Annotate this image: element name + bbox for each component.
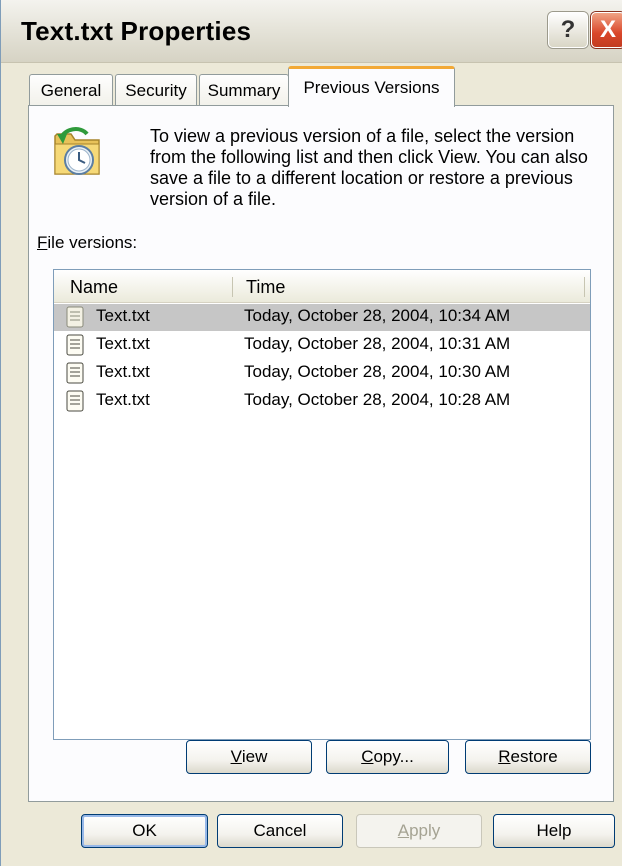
text-file-icon <box>66 362 84 384</box>
file-name: Text.txt <box>96 334 150 353</box>
cancel-button[interactable]: Cancel <box>217 814 343 848</box>
tab-summary[interactable]: Summary <box>199 74 289 106</box>
file-versions-mnemonic: F <box>37 233 48 252</box>
text-file-icon <box>66 306 84 328</box>
view-button[interactable]: View <box>186 740 312 774</box>
tab-previous-versions[interactable]: Previous Versions <box>288 66 455 107</box>
file-name: Text.txt <box>96 306 150 325</box>
ok-button[interactable]: OK <box>81 814 208 848</box>
file-versions-list[interactable]: Name Time Text.txt Today, October 28, 20… <box>53 269 591 740</box>
title-help-button[interactable]: ? <box>548 12 588 48</box>
apply-mnemonic: A <box>397 821 410 840</box>
window-title: Text.txt Properties <box>21 16 252 46</box>
title-bar[interactable]: Text.txt Properties ? X <box>1 0 622 63</box>
tab-label: General <box>40 80 102 100</box>
column-header-name[interactable]: Name <box>70 270 118 302</box>
file-time: Today, October 28, 2004, 10:30 AM <box>244 362 511 381</box>
file-name: Text.txt <box>96 362 150 381</box>
properties-dialog: Text.txt Properties ? X General Security… <box>0 0 622 866</box>
copy-label: opy... <box>373 747 414 766</box>
restore-button[interactable]: Restore <box>465 740 591 774</box>
apply-button[interactable]: Apply <box>356 814 482 848</box>
table-row[interactable]: Text.txt Today, October 28, 2004, 10:31 … <box>54 331 590 359</box>
copy-mnemonic: C <box>361 747 374 766</box>
column-separator[interactable] <box>584 277 585 297</box>
tab-general[interactable]: General <box>29 74 113 106</box>
file-versions-label: File versions: <box>37 233 137 253</box>
text-file-icon <box>66 334 84 356</box>
tab-label: Security <box>125 80 187 100</box>
text-file-icon <box>66 390 84 412</box>
restore-mnemonic: R <box>498 747 511 766</box>
panel-description: To view a previous version of a file, se… <box>150 126 588 209</box>
close-icon: X <box>599 16 616 43</box>
column-separator[interactable] <box>232 277 233 297</box>
file-time: Today, October 28, 2004, 10:28 AM <box>244 390 511 409</box>
table-row[interactable]: Text.txt Today, October 28, 2004, 10:34 … <box>54 303 590 331</box>
list-header: Name Time <box>54 270 590 303</box>
previous-versions-panel: To view a previous version of a file, se… <box>28 105 614 802</box>
apply-label: pply <box>409 821 441 840</box>
help-icon: ? <box>560 16 576 43</box>
previous-versions-folder-icon <box>54 127 100 175</box>
title-close-button[interactable]: X <box>591 12 622 48</box>
help-button[interactable]: Help <box>493 814 615 848</box>
copy-button[interactable]: Copy... <box>326 740 449 774</box>
view-mnemonic: V <box>230 747 242 766</box>
file-time: Today, October 28, 2004, 10:31 AM <box>244 334 511 353</box>
file-name: Text.txt <box>96 390 150 409</box>
column-header-time[interactable]: Time <box>246 270 285 302</box>
tab-security[interactable]: Security <box>115 74 197 106</box>
tab-label: Previous Versions <box>303 78 440 97</box>
restore-label: estore <box>510 747 558 766</box>
tab-label: Summary <box>207 80 281 100</box>
file-time: Today, October 28, 2004, 10:34 AM <box>244 306 511 325</box>
table-row[interactable]: Text.txt Today, October 28, 2004, 10:28 … <box>54 387 590 415</box>
view-label: iew <box>241 747 268 766</box>
file-versions-label-text: ile versions: <box>47 233 138 252</box>
table-row[interactable]: Text.txt Today, October 28, 2004, 10:30 … <box>54 359 590 387</box>
